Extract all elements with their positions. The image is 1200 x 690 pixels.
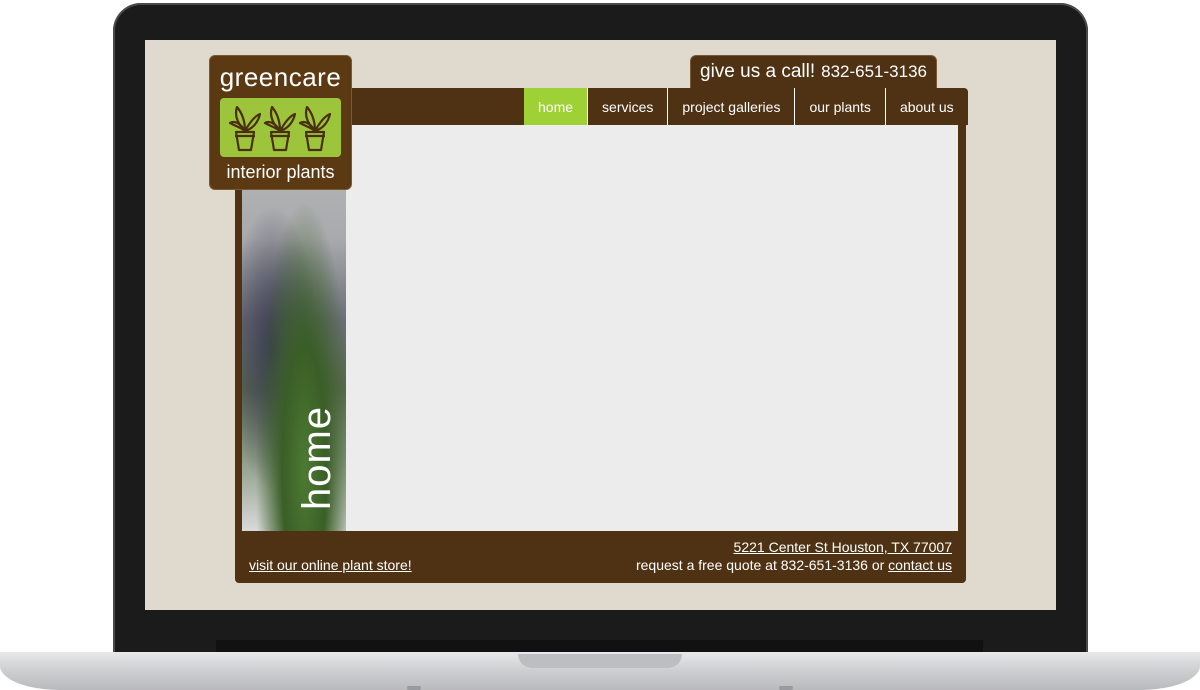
main-nav: home services project galleries our plan… [524,88,968,125]
logo-top-text: greencare [219,62,342,92]
online-store-link[interactable]: visit our online plant store! [249,557,412,573]
laptop-screen: home give us a call! 832-651-3136 home s… [145,40,1056,610]
nav-label: services [602,98,654,115]
laptop-foot-left [407,686,421,690]
quote-phone: 832-651-3136 [780,557,868,573]
laptop-foot-right [779,686,793,690]
laptop-notch [518,654,682,668]
nav-item-services[interactable]: services [587,88,668,125]
contact-us-link[interactable]: contact us [888,557,952,573]
call-phone[interactable]: 832-651-3136 [821,62,927,82]
call-banner: give us a call! 832-651-3136 [690,55,937,89]
call-label: give us a call! [700,61,816,82]
content-area [346,125,958,531]
potted-plants-icon [220,98,341,157]
nav-item-our-plants[interactable]: our plants [794,88,885,125]
nav-item-project-galleries[interactable]: project galleries [667,88,795,125]
logo-bottom-text: interior plants [226,162,335,182]
address-link[interactable]: 5221 Center St Houston, TX 77007 [734,539,952,555]
footer-contact-info: 5221 Center St Houston, TX 77007 request… [636,538,952,574]
nav-label: about us [899,98,954,115]
nav-label: project galleries [682,98,781,115]
nav-item-home[interactable]: home [524,88,588,125]
quote-prefix: request a free quote at [635,557,777,573]
nav-item-about-us[interactable]: about us [884,88,968,125]
nav-label: our plants [809,98,871,115]
nav-label: home [538,98,574,115]
site-logo[interactable]: greencare interior plants [209,55,352,190]
quote-or: or [871,557,885,573]
section-title: home [295,405,339,511]
